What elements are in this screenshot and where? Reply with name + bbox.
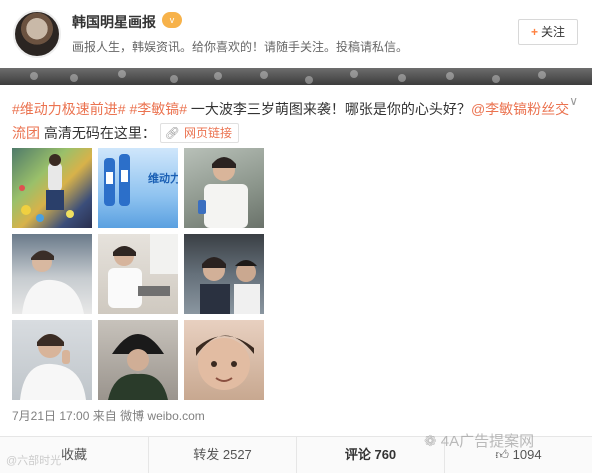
- thumbnail-art: [22, 250, 84, 314]
- thumbnail-art: [20, 334, 86, 400]
- repost-count: 2527: [222, 447, 252, 462]
- watermark-left: @六部时光: [6, 455, 62, 467]
- thumbnail[interactable]: [184, 320, 264, 400]
- account-header: 韩国明星画报 v 画报人生，韩娱资讯。给你喜欢的！请随手关注。投稿请私信。 + 关…: [0, 0, 592, 68]
- post-source[interactable]: 微博 weibo.com: [120, 409, 205, 423]
- thumbnail[interactable]: [12, 320, 92, 400]
- post-body: 一大波李三岁萌图来袭！哪张是你的心头好？: [187, 101, 471, 117]
- post-timestamp[interactable]: 7月21日 17:00: [12, 409, 89, 423]
- thumbnail[interactable]: [184, 148, 264, 228]
- hashtag-link[interactable]: #维动力极速前进#: [12, 101, 126, 117]
- plus-icon: +: [530, 25, 538, 39]
- link-icon: 🔗︎: [164, 126, 181, 140]
- thumbnail[interactable]: [98, 234, 178, 314]
- watermark-right: ❁ 4A广告提案网: [424, 430, 534, 451]
- comment-count: 760: [374, 447, 397, 462]
- web-link-button[interactable]: 🔗︎ 网页链接: [159, 123, 240, 143]
- source-prefix: 来自: [92, 409, 117, 423]
- repost-button[interactable]: 转发 2527: [148, 437, 296, 473]
- thumbnail-art: [19, 154, 74, 222]
- thumbnail-art: [196, 335, 254, 390]
- repost-label: 转发: [193, 447, 220, 462]
- follow-label: 关注: [541, 25, 566, 39]
- thumbnail[interactable]: [12, 148, 92, 228]
- hashtag-link[interactable]: #李敏镐#: [129, 101, 187, 117]
- comment-button[interactable]: 评论 760: [296, 437, 444, 473]
- follow-button[interactable]: + 关注: [518, 19, 578, 45]
- post-meta: 7月21日 17:00 来自 微博 weibo.com: [12, 407, 205, 424]
- verified-badge-icon: v: [162, 12, 182, 28]
- thumbnail[interactable]: 维动力 全新动: [98, 148, 178, 228]
- post-body-tail: 高清无码在这里：: [40, 125, 156, 141]
- wechat-icon: ❁: [424, 433, 437, 450]
- thumbnail-art: [108, 334, 168, 400]
- thumbnail[interactable]: [12, 234, 92, 314]
- comment-label: 评论: [344, 447, 371, 462]
- thumbnail-art: [198, 157, 248, 228]
- thumbnail-art: [200, 257, 260, 314]
- watermark-right-text: 4A广告提案网: [440, 433, 535, 450]
- thumbnail[interactable]: [98, 320, 178, 400]
- web-link-label: 网页链接: [184, 126, 233, 140]
- account-name[interactable]: 韩国明星画报: [72, 12, 156, 32]
- photo-grid: 维动力 全新动: [12, 148, 264, 400]
- thumbnail[interactable]: [184, 234, 264, 314]
- thumbnail-art: [108, 234, 178, 308]
- post-text: #维动力极速前进# #李敏镐# 一大波李三岁萌图来袭！哪张是你的心头好？@李敏镐…: [12, 97, 572, 145]
- thumbnail-art: 维动力 全新动: [104, 154, 178, 206]
- account-description: 画报人生，韩娱资讯。给你喜欢的！请随手关注。投稿请私信。: [72, 40, 409, 54]
- thumbnail-caption: 维动力 全新动: [148, 171, 178, 185]
- cover-banner: [0, 68, 592, 85]
- avatar[interactable]: [13, 10, 61, 58]
- favorite-label: 收藏: [60, 447, 87, 462]
